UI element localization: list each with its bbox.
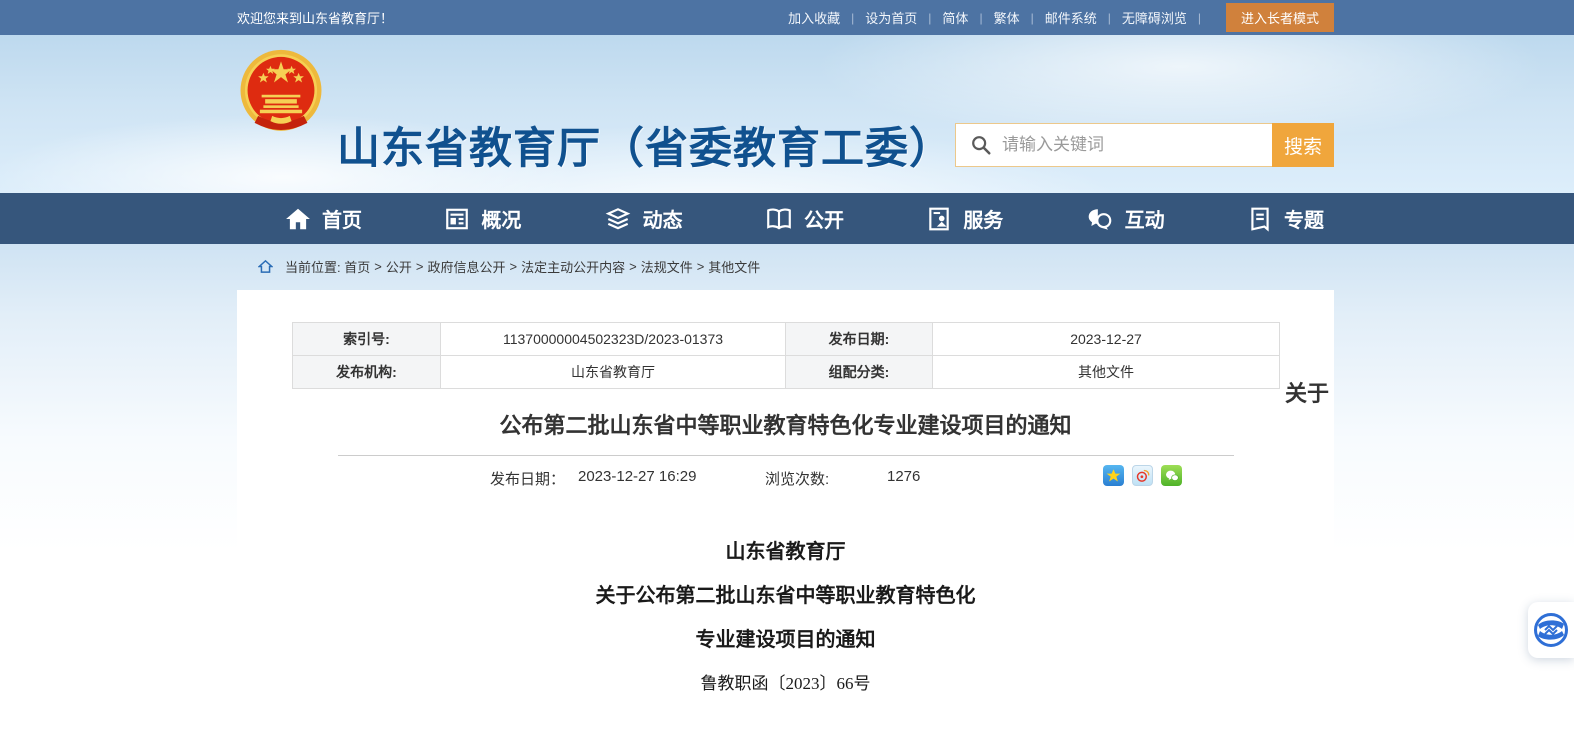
breadcrumb-label: 当前位置: xyxy=(285,257,341,276)
separator: | xyxy=(979,11,982,25)
home-icon xyxy=(285,206,311,232)
separator: > xyxy=(697,259,705,274)
top-link-add-favorite[interactable]: 加入收藏 xyxy=(788,8,840,27)
separator: | xyxy=(1108,11,1111,25)
service-icon xyxy=(926,206,952,232)
interact-icon xyxy=(1086,206,1114,232)
views-label: 浏览次数: xyxy=(765,468,829,489)
separator: | xyxy=(851,11,854,25)
separator: | xyxy=(928,11,931,25)
national-emblem-logo xyxy=(237,48,325,138)
crumb-home[interactable]: 首页 xyxy=(344,257,370,276)
crumb-gov-info[interactable]: 政府信息公开 xyxy=(427,257,505,276)
crumb-other-files[interactable]: 其他文件 xyxy=(708,257,760,276)
site-search: 搜索 xyxy=(955,123,1334,167)
nav-label: 服务 xyxy=(963,204,1003,233)
separator: > xyxy=(416,259,424,274)
elder-mode-button[interactable]: 进入长者模式 xyxy=(1226,3,1334,32)
nav-item-interaction[interactable]: 互动 xyxy=(1086,204,1165,233)
main-navigation: 首页 概况 动态 xyxy=(0,193,1574,244)
nav-label: 首页 xyxy=(322,204,362,233)
article-line-title-1: 关于公布第二批山东省中等职业教育特色化 xyxy=(237,586,1334,606)
openbook-icon xyxy=(765,206,793,232)
page-body: 当前位置: 首页 > 公开 > 政府信息公开 > 法定主动公开内容 > 法规文件… xyxy=(0,244,1574,756)
publish-date-label: 发布日期： xyxy=(490,468,565,489)
cell-pubdate-value: 2023-12-27 xyxy=(932,322,1280,356)
views-value: 1276 xyxy=(887,468,920,485)
nav-item-news[interactable]: 动态 xyxy=(604,204,683,233)
crumb-statutory[interactable]: 法定主动公开内容 xyxy=(521,257,625,276)
cell-agency-label: 发布机构: xyxy=(292,355,441,389)
crumb-regulations[interactable]: 法规文件 xyxy=(641,257,693,276)
top-links: 加入收藏 | 设为首页 | 简体 | 繁体 | 邮件系统 | 无障碍浏览 | 进… xyxy=(788,0,1334,35)
article-line-agency: 山东省教育厅 xyxy=(237,542,1334,562)
top-link-traditional[interactable]: 繁体 xyxy=(994,8,1020,27)
table-row: 发布机构: 山东省教育厅 组配分类: 其他文件 xyxy=(293,356,1280,389)
cell-category-value: 其他文件 xyxy=(932,355,1280,389)
article-body: 山东省教育厅 关于公布第二批山东省中等职业教育特色化 专业建设项目的通知 鲁教职… xyxy=(237,542,1334,694)
cell-pubdate-label: 发布日期: xyxy=(785,322,933,356)
nav-item-home[interactable]: 首页 xyxy=(285,204,362,233)
nav-label: 专题 xyxy=(1284,204,1324,233)
separator: > xyxy=(629,259,637,274)
search-button[interactable]: 搜索 xyxy=(1272,123,1334,167)
breadcrumb-home-icon[interactable] xyxy=(258,259,273,274)
nav-label: 公开 xyxy=(804,204,844,233)
top-link-accessibility[interactable]: 无障碍浏览 xyxy=(1122,8,1187,27)
wechat-share-icon[interactable] xyxy=(1161,465,1182,486)
publish-date-value: 2023-12-27 16:29 xyxy=(578,468,696,485)
article-line-title-2: 专业建设项目的通知 xyxy=(237,630,1334,650)
breadcrumb: 当前位置: 首页 > 公开 > 政府信息公开 > 法定主动公开内容 > 法规文件… xyxy=(258,257,760,276)
search-input[interactable] xyxy=(1002,125,1272,165)
article-meta: 发布日期： 2023-12-27 16:29 浏览次数: 1276 xyxy=(237,456,1334,498)
cell-index-label: 索引号: xyxy=(292,322,441,356)
content-panel: 索引号: 11370000004502323D/2023-01373 发布日期:… xyxy=(237,290,1334,756)
nav-item-services[interactable]: 服务 xyxy=(926,204,1003,233)
top-link-simplified[interactable]: 简体 xyxy=(942,8,968,27)
article-doc-number: 鲁教职函〔2023〕66号 xyxy=(237,674,1334,694)
top-link-mail-system[interactable]: 邮件系统 xyxy=(1045,8,1097,27)
search-field xyxy=(956,124,1272,166)
site-title: 山东省教育厅（省委教育工委） xyxy=(337,114,953,176)
share-buttons xyxy=(1103,465,1182,486)
nav-item-disclosure[interactable]: 公开 xyxy=(765,204,844,233)
table-row: 索引号: 11370000004502323D/2023-01373 发布日期:… xyxy=(293,323,1280,356)
page: 欢迎您来到山东省教育厅！ 加入收藏 | 设为首页 | 简体 | 繁体 | 邮件系… xyxy=(0,0,1574,756)
nav-label: 概况 xyxy=(481,204,521,233)
news-icon xyxy=(604,206,632,232)
qzone-share-icon[interactable] xyxy=(1103,465,1124,486)
top-utility-bar: 欢迎您来到山东省教育厅！ 加入收藏 | 设为首页 | 简体 | 繁体 | 邮件系… xyxy=(0,0,1574,35)
cell-category-label: 组配分类: xyxy=(785,355,933,389)
nav-item-topics[interactable]: 专题 xyxy=(1247,204,1324,233)
site-header: 山东省教育厅（省委教育工委） 搜索 xyxy=(0,35,1574,193)
welcome-text: 欢迎您来到山东省教育厅！ xyxy=(237,8,393,27)
weibo-share-icon[interactable] xyxy=(1132,465,1153,486)
document-info-table: 索引号: 11370000004502323D/2023-01373 发布日期:… xyxy=(292,322,1279,324)
separator: | xyxy=(1198,11,1201,25)
cell-agency-value: 山东省教育厅 xyxy=(440,355,786,389)
nav-label: 互动 xyxy=(1125,204,1165,233)
topics-icon xyxy=(1247,206,1273,232)
gov-service-float-button[interactable] xyxy=(1528,602,1574,658)
search-icon xyxy=(970,134,992,156)
nav-label: 动态 xyxy=(643,204,683,233)
crumb-disclosure[interactable]: 公开 xyxy=(386,257,412,276)
separator: > xyxy=(509,259,517,274)
separator: | xyxy=(1031,11,1034,25)
cell-index-value: 11370000004502323D/2023-01373 xyxy=(440,322,786,356)
overview-icon xyxy=(444,206,470,232)
top-link-set-homepage[interactable]: 设为首页 xyxy=(865,8,917,27)
gov-service-icon xyxy=(1534,613,1568,647)
nav-item-overview[interactable]: 概况 xyxy=(444,204,521,233)
separator: > xyxy=(374,259,382,274)
